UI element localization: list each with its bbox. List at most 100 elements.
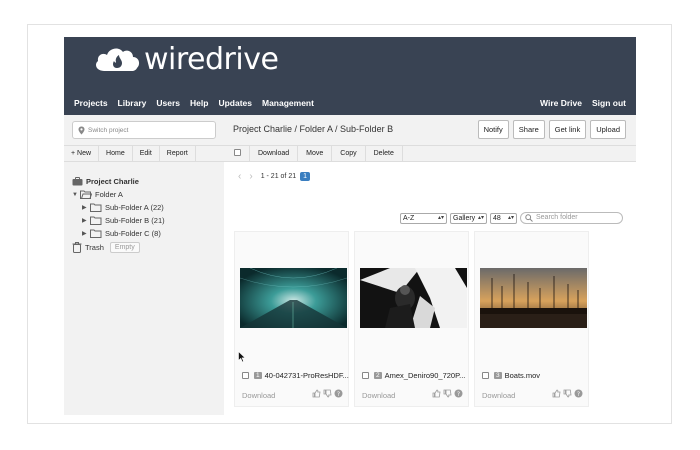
- download-button[interactable]: Download: [250, 146, 299, 162]
- asset-checkbox[interactable]: [242, 372, 249, 379]
- breadcrumb[interactable]: Project Charlie / Folder A / Sub-Folder …: [233, 124, 393, 134]
- folder-icon: [90, 229, 102, 238]
- asset-number: 1: [254, 372, 262, 379]
- tree-subfolder-b[interactable]: ▶ Sub-Folder B (21): [72, 214, 165, 227]
- svg-text:?: ?: [337, 391, 340, 398]
- tree-trash[interactable]: Trash Empty: [72, 240, 165, 255]
- select-all-checkbox[interactable]: [224, 146, 250, 162]
- top-header: wiredrive Projects Library Users Help Up…: [64, 37, 636, 115]
- empty-trash-button[interactable]: Empty: [109, 242, 140, 253]
- page-range: 1 - 21 of 21: [260, 173, 297, 180]
- asset-download-link[interactable]: Download: [482, 391, 515, 400]
- asset-number: 3: [494, 372, 502, 379]
- video-thumbnail-tunnel[interactable]: [240, 268, 347, 328]
- cloud-flame-icon: [96, 48, 140, 71]
- asset-title[interactable]: 40-042731-ProResHDF...: [265, 371, 349, 380]
- per-page-select[interactable]: 48 ▴▾: [490, 213, 517, 224]
- asset-title[interactable]: Boats.mov: [505, 371, 540, 380]
- tree-folder-a-label: Folder A: [95, 190, 123, 199]
- prev-page-icon[interactable]: ‹: [238, 171, 241, 182]
- tree-subfolder-a[interactable]: ▶ Sub-Folder A (22): [72, 201, 165, 214]
- per-page-value: 48: [493, 215, 501, 222]
- thumbs-down-icon[interactable]: [323, 389, 332, 398]
- share-button[interactable]: Share: [512, 120, 545, 139]
- asset-download-link[interactable]: Download: [242, 391, 275, 400]
- notify-button[interactable]: Notify: [477, 120, 509, 139]
- home-button[interactable]: Home: [99, 146, 133, 162]
- asset-name-row: 3 Boats.mov: [482, 371, 540, 380]
- folder-icon: [90, 203, 102, 212]
- tree-subfolder-c[interactable]: ▶ Sub-Folder C (8): [72, 227, 165, 240]
- main-content: Project Charlie / Folder A / Sub-Folder …: [224, 115, 636, 415]
- asset-checkbox[interactable]: [362, 372, 369, 379]
- nav-projects[interactable]: Projects: [74, 98, 108, 108]
- tree-project[interactable]: Project Charlie: [72, 175, 165, 188]
- nav-library[interactable]: Library: [118, 98, 147, 108]
- tree-subfolder-a-label: Sub-Folder A (22): [105, 203, 164, 212]
- video-thumbnail-dancer[interactable]: [360, 268, 467, 328]
- pagination: ‹ › 1 - 21 of 21 1: [238, 171, 311, 182]
- nav-users[interactable]: Users: [156, 98, 180, 108]
- thumbs-up-icon[interactable]: [432, 389, 441, 398]
- brand-name: wiredrive: [144, 41, 279, 77]
- switch-project-input[interactable]: Switch project: [72, 121, 216, 139]
- asset-name-row: 2 Amex_Deniro90_720P...: [362, 371, 465, 380]
- next-page-icon[interactable]: ›: [249, 171, 252, 182]
- file-toolbar: Download Move Copy Delete: [224, 145, 636, 162]
- brand-logo[interactable]: wiredrive: [92, 41, 279, 77]
- upload-button[interactable]: Upload: [590, 120, 626, 139]
- page-number-button[interactable]: 1: [300, 172, 311, 181]
- thumbs-up-icon[interactable]: [552, 389, 561, 398]
- location-pin-icon: [78, 126, 85, 135]
- caret-down-icon[interactable]: ▼: [72, 192, 80, 198]
- copy-button[interactable]: Copy: [332, 146, 366, 162]
- view-select[interactable]: Gallery ▴▾: [450, 213, 487, 224]
- get-link-button[interactable]: Get link: [548, 120, 587, 139]
- report-button[interactable]: Report: [160, 146, 196, 162]
- asset-title[interactable]: Amex_Deniro90_720P...: [385, 371, 466, 380]
- nav-management[interactable]: Management: [262, 98, 314, 108]
- search-folder-input[interactable]: Search folder: [520, 212, 623, 224]
- view-value: Gallery: [453, 215, 476, 222]
- caret-right-icon[interactable]: ▶: [82, 204, 90, 211]
- caret-right-icon[interactable]: ▶: [82, 230, 90, 237]
- search-placeholder: Search folder: [536, 214, 578, 221]
- question-icon[interactable]: ?: [454, 389, 463, 398]
- question-icon[interactable]: ?: [334, 389, 343, 398]
- thumbs-down-icon[interactable]: [563, 389, 572, 398]
- asset-checkbox[interactable]: [482, 372, 489, 379]
- account-nav: Wire Drive Sign out: [530, 98, 626, 108]
- nav-wire-drive[interactable]: Wire Drive: [540, 98, 582, 108]
- caret-right-icon[interactable]: ▶: [82, 217, 90, 224]
- asset-card[interactable]: 2 Amex_Deniro90_720P... Download ?: [354, 231, 469, 407]
- thumbs-up-icon[interactable]: [312, 389, 321, 398]
- nav-sign-out[interactable]: Sign out: [592, 98, 626, 108]
- asset-card[interactable]: 3 Boats.mov Download ?: [474, 231, 589, 407]
- tree-subfolder-c-label: Sub-Folder C (8): [105, 229, 161, 238]
- tree-project-label: Project Charlie: [86, 177, 139, 186]
- video-thumbnail-boats[interactable]: [480, 268, 587, 328]
- edit-button[interactable]: Edit: [133, 146, 160, 162]
- asset-feedback-icons: ?: [312, 389, 343, 398]
- question-icon[interactable]: ?: [574, 389, 583, 398]
- move-button[interactable]: Move: [298, 146, 333, 162]
- mouse-cursor-icon: [238, 351, 246, 363]
- svg-text:?: ?: [457, 391, 460, 398]
- nav-updates[interactable]: Updates: [218, 98, 252, 108]
- asset-download-link[interactable]: Download: [362, 391, 395, 400]
- thumbs-down-icon[interactable]: [443, 389, 452, 398]
- asset-feedback-icons: ?: [552, 389, 583, 398]
- select-arrows-icon: ▴▾: [507, 215, 514, 221]
- folder-tree: Project Charlie ▼ Folder A ▶ Sub-Folder …: [72, 175, 165, 255]
- select-arrows-icon: ▴▾: [477, 215, 484, 221]
- sidebar-toolbar: + New Home Edit Report: [64, 145, 224, 162]
- asset-card[interactable]: 1 40-042731-ProResHDF... Download ?: [234, 231, 349, 407]
- new-button[interactable]: + New: [64, 146, 100, 162]
- sort-select[interactable]: A-Z ▴▾: [400, 213, 447, 224]
- tree-folder-a[interactable]: ▼ Folder A: [72, 188, 165, 201]
- nav-help[interactable]: Help: [190, 98, 208, 108]
- delete-button[interactable]: Delete: [366, 146, 403, 162]
- sidebar: Switch project + New Home Edit Report Pr…: [64, 115, 224, 415]
- tree-trash-label: Trash: [85, 243, 104, 252]
- breadcrumb-bar: Project Charlie / Folder A / Sub-Folder …: [224, 115, 636, 145]
